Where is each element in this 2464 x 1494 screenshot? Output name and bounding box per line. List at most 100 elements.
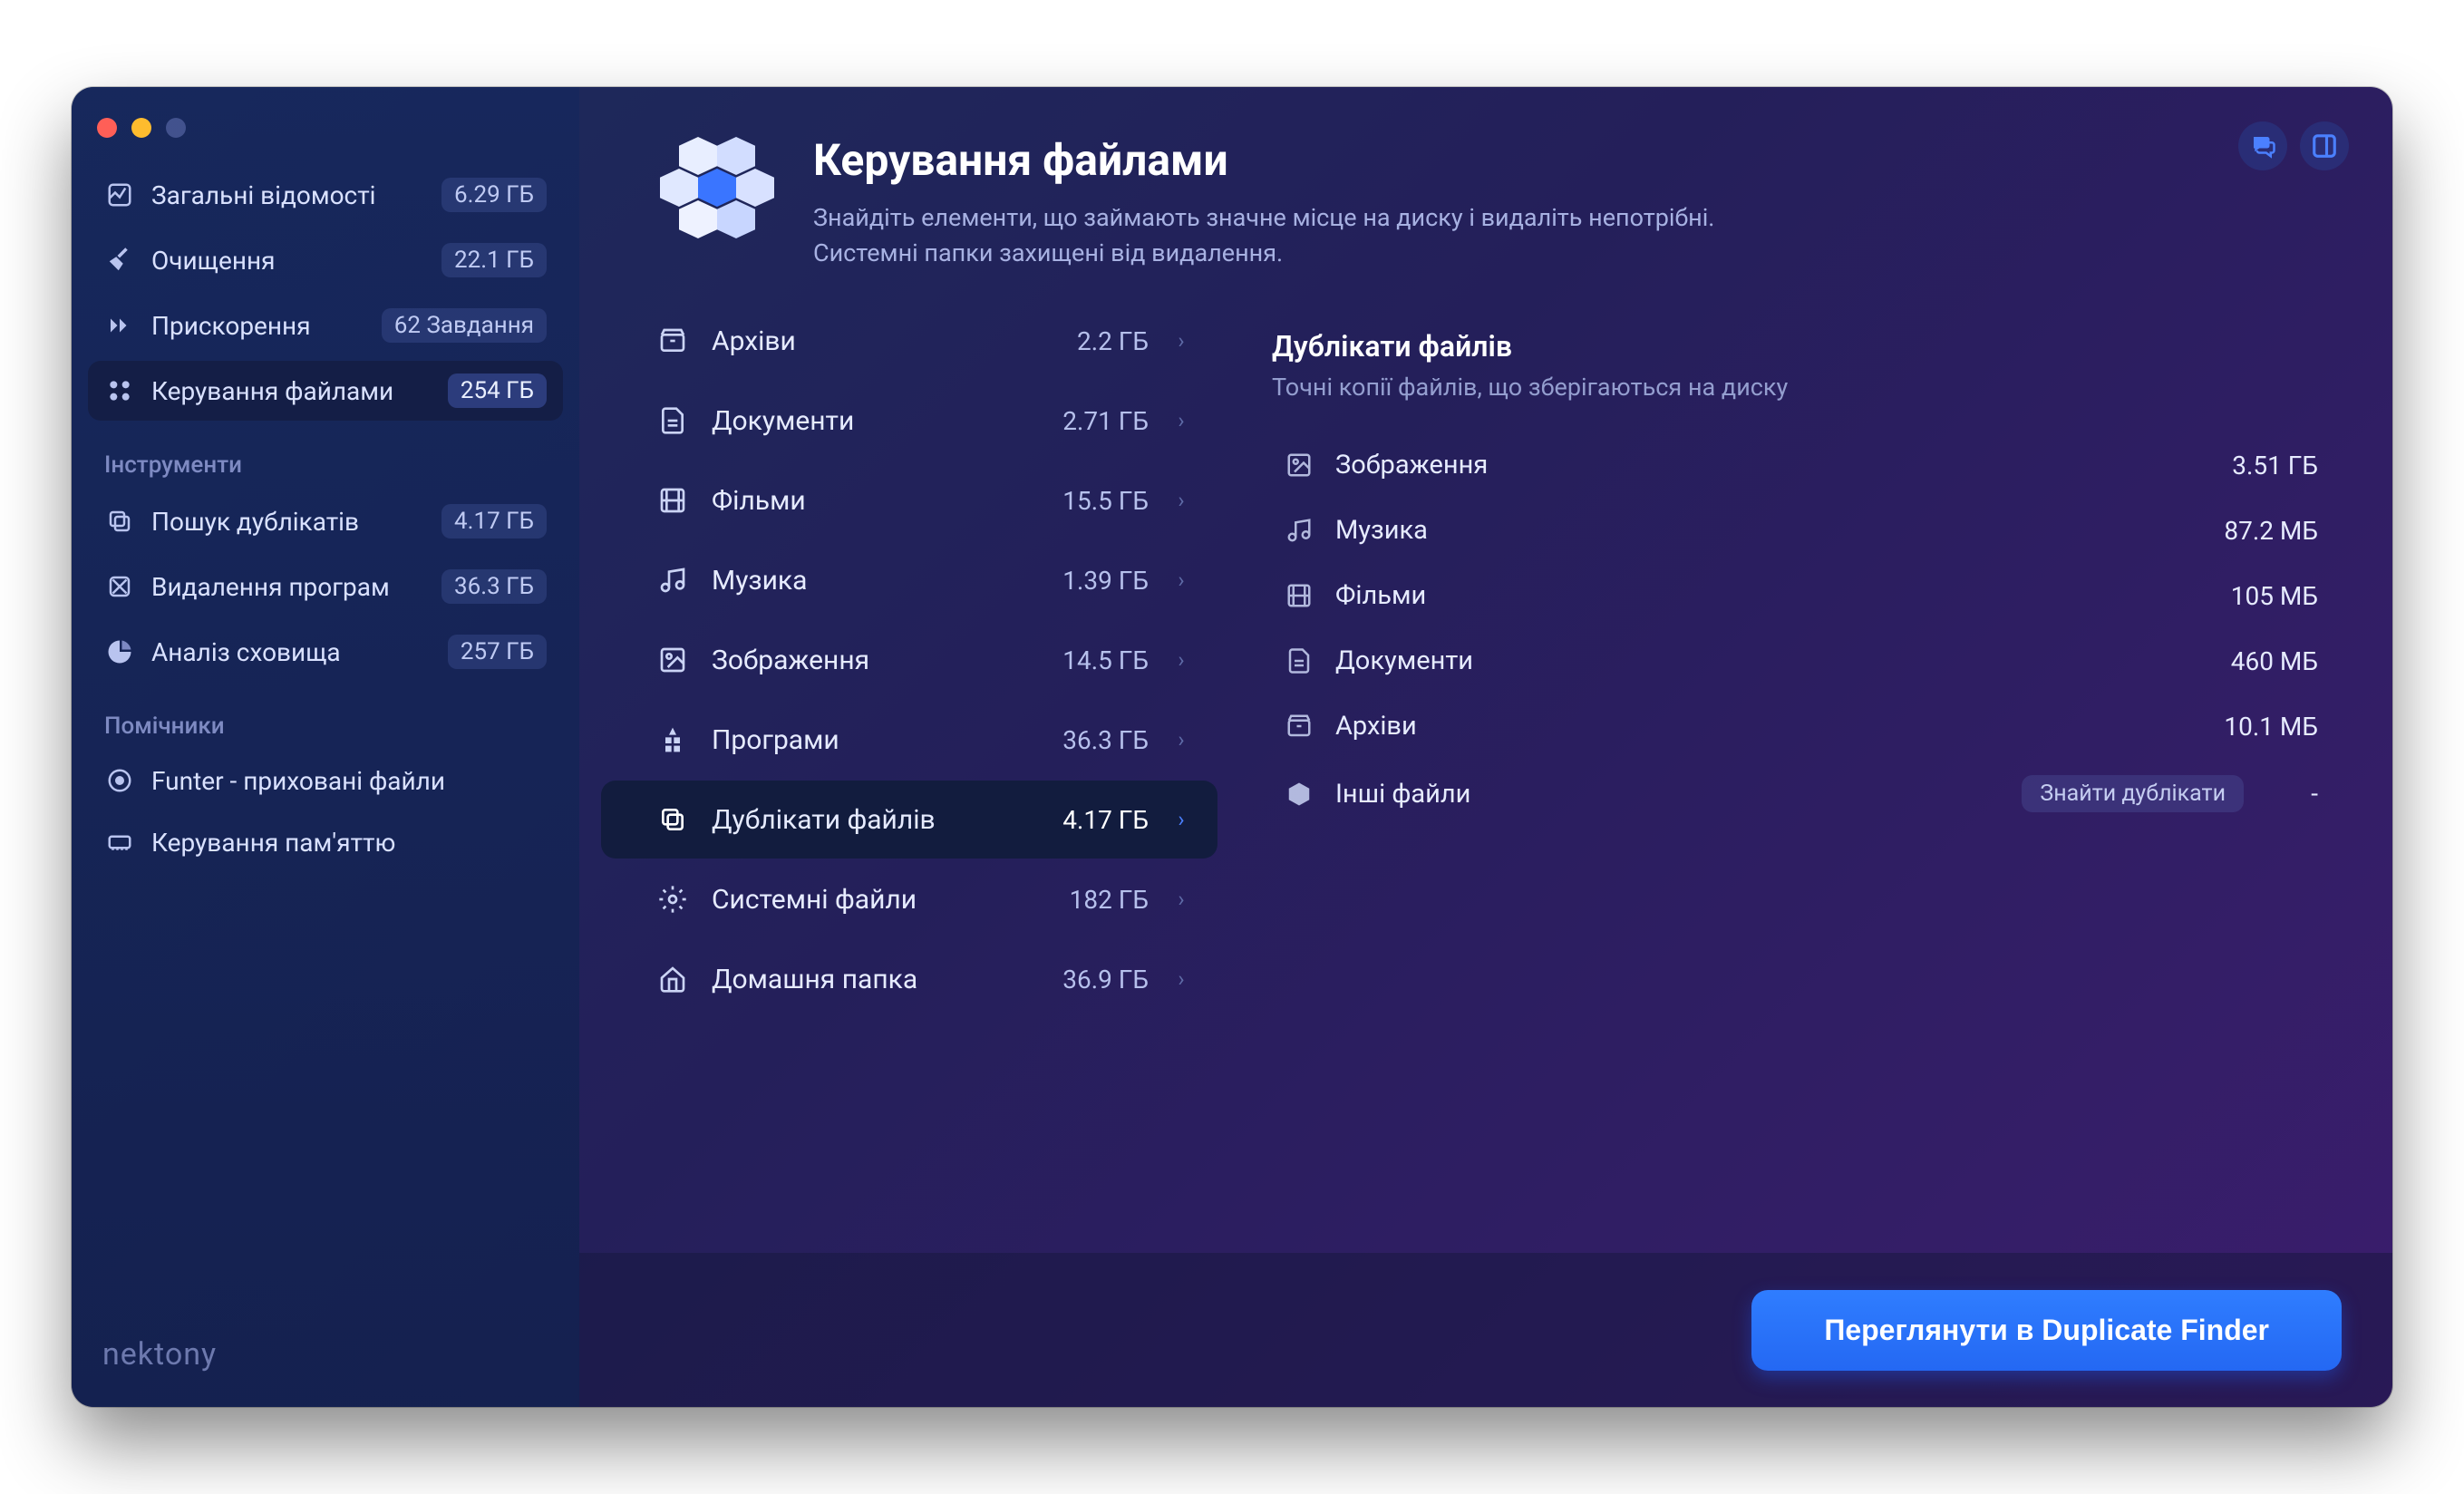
archive-icon	[1283, 710, 1315, 742]
category-label: Системні файли	[712, 884, 1048, 916]
category-label: Музика	[712, 565, 1041, 597]
category-music[interactable]: Музика 1.39 ГБ ›	[601, 541, 1217, 619]
detail-row-images[interactable]: Зображення 3.51 ГБ	[1272, 432, 2329, 498]
detail-row-movies[interactable]: Фільми 105 МБ	[1272, 563, 2329, 628]
sidebar-section-tools: Інструменти	[88, 426, 563, 491]
category-movies[interactable]: Фільми 15.5 ГБ ›	[601, 461, 1217, 539]
category-size: 1.39 ГБ	[1062, 566, 1149, 596]
sidebar-section-helpers: Помічники	[88, 687, 563, 752]
category-size: 182 ГБ	[1070, 885, 1149, 915]
category-images[interactable]: Зображення 14.5 ГБ ›	[601, 621, 1217, 699]
sidebar-item-filemanage[interactable]: Керування файлами 254 ГБ	[88, 361, 563, 421]
pie-icon	[104, 636, 135, 667]
brand-logo: nektony	[88, 1327, 563, 1382]
sidebar-item-label: Керування файлами	[151, 376, 432, 406]
category-duplicates[interactable]: Дублікати файлів 4.17 ГБ ›	[601, 781, 1217, 859]
sidebar: Загальні відомості 6.29 ГБ Очищення 22.1…	[72, 87, 579, 1407]
sidebar-item-label: Funter - приховані файли	[151, 766, 547, 796]
memory-icon	[104, 827, 135, 858]
category-home[interactable]: Домашня папка 36.9 ГБ ›	[601, 940, 1217, 1018]
view-in-duplicate-finder-button[interactable]: Переглянути в Duplicate Finder	[1751, 1290, 2342, 1371]
hex-small-icon	[1283, 778, 1315, 810]
detail-label: Зображення	[1335, 450, 2212, 480]
sidebar-item-label: Аналіз сховища	[151, 637, 432, 667]
category-documents[interactable]: Документи 2.71 ГБ ›	[601, 382, 1217, 460]
sidebar-item-size: 62 Завдання	[382, 308, 547, 343]
category-size: 15.5 ГБ	[1062, 486, 1149, 516]
sidebar-item-duplicates[interactable]: Пошук дублікатів 4.17 ГБ	[88, 491, 563, 551]
detail-row-archives[interactable]: Архіви 10.1 МБ	[1272, 694, 2329, 759]
home-icon	[655, 962, 690, 996]
sidebar-item-memory[interactable]: Керування пам'яттю	[88, 814, 563, 870]
find-duplicates-chip[interactable]: Знайти дублікати	[2022, 775, 2244, 812]
chevron-right-icon: ›	[1170, 807, 1192, 832]
sidebar-item-size: 36.3 ГБ	[441, 569, 547, 604]
sidebar-item-uninstall[interactable]: Видалення програм 36.3 ГБ	[88, 557, 563, 616]
document-icon	[655, 403, 690, 438]
sidebar-item-funter[interactable]: Funter - приховані файли	[88, 752, 563, 809]
detail-label: Інші файли	[1335, 779, 2002, 810]
sidebar-item-size: 257 ГБ	[448, 635, 547, 669]
sidebar-item-overview[interactable]: Загальні відомості 6.29 ГБ	[88, 165, 563, 225]
close-window[interactable]	[97, 118, 117, 138]
detail-size: 105 МБ	[2231, 581, 2318, 611]
sidebar-item-label: Очищення	[151, 246, 425, 276]
minimize-window[interactable]	[131, 118, 151, 138]
app-window: Загальні відомості 6.29 ГБ Очищення 22.1…	[72, 87, 2392, 1407]
category-apps[interactable]: Програми 36.3 ГБ ›	[601, 701, 1217, 779]
main-panel: Керування файлами Знайдіть елементи, що …	[579, 87, 2392, 1407]
category-list: Архіви 2.2 ГБ › Документи 2.71 ГБ › Філь…	[601, 302, 1217, 1253]
chevron-right-icon: ›	[1170, 966, 1192, 992]
sidebar-item-label: Видалення програм	[151, 572, 425, 602]
document-icon	[1283, 645, 1315, 677]
footer: Переглянути в Duplicate Finder	[579, 1253, 2392, 1407]
detail-size: -	[2300, 779, 2318, 809]
category-label: Домашня папка	[712, 964, 1041, 995]
category-size: 2.71 ГБ	[1062, 406, 1149, 436]
sidebar-item-cleanup[interactable]: Очищення 22.1 ГБ	[88, 230, 563, 290]
category-label: Фільми	[712, 485, 1041, 517]
page-subtitle-2: Системні папки захищені від видалення.	[813, 238, 1283, 267]
category-label: Архіви	[712, 325, 1055, 357]
chevron-right-icon: ›	[1170, 887, 1192, 912]
category-size: 14.5 ГБ	[1062, 645, 1149, 675]
detail-size: 10.1 МБ	[2224, 712, 2318, 742]
film-icon	[1283, 579, 1315, 612]
sidebar-item-size: 4.17 ГБ	[441, 504, 547, 538]
chevron-right-icon: ›	[1170, 568, 1192, 593]
music-icon	[1283, 514, 1315, 547]
broom-icon	[104, 245, 135, 276]
detail-label: Фільми	[1335, 580, 2211, 611]
detail-label: Музика	[1335, 515, 2204, 546]
zoom-window[interactable]	[166, 118, 186, 138]
detail-size: 87.2 МБ	[2224, 516, 2318, 546]
details-title: Дублікати файлів	[1272, 329, 2329, 364]
sidebar-item-size: 22.1 ГБ	[441, 243, 547, 277]
sidebar-item-speedup[interactable]: Прискорення 62 Завдання	[88, 296, 563, 355]
film-icon	[655, 483, 690, 518]
category-size: 4.17 ГБ	[1062, 805, 1149, 835]
dashboard-icon	[104, 179, 135, 210]
page-header: Керування файлами Знайдіть елементи, що …	[579, 87, 2392, 302]
sidebar-item-storage[interactable]: Аналіз сховища 257 ГБ	[88, 622, 563, 682]
sidebar-item-label: Пошук дублікатів	[151, 507, 425, 537]
detail-row-other: Інші файли Знайти дублікати -	[1272, 759, 2329, 829]
details-subtitle: Точні копії файлів, що зберігаються на д…	[1272, 373, 2329, 402]
detail-row-documents[interactable]: Документи 460 МБ	[1272, 628, 2329, 694]
detail-row-music[interactable]: Музика 87.2 МБ	[1272, 498, 2329, 563]
gear-icon	[655, 882, 690, 917]
app-icon	[655, 723, 690, 757]
details-panel: Дублікати файлів Точні копії файлів, що …	[1254, 302, 2338, 1253]
detail-label: Документи	[1335, 645, 2211, 676]
category-label: Зображення	[712, 645, 1041, 676]
category-system[interactable]: Системні файли 182 ГБ ›	[601, 860, 1217, 938]
header-hex-icon	[654, 131, 781, 257]
target-icon	[104, 765, 135, 796]
chevron-right-icon: ›	[1170, 727, 1192, 752]
category-archives[interactable]: Архіви 2.2 ГБ ›	[601, 302, 1217, 380]
page-subtitle-1: Знайдіть елементи, що займають значне мі…	[813, 203, 1714, 232]
detail-size: 3.51 ГБ	[2232, 451, 2318, 480]
chevron-right-icon: ›	[1170, 328, 1192, 354]
sidebar-item-size: 254 ГБ	[448, 374, 547, 408]
page-title: Керування файлами	[813, 134, 2338, 186]
